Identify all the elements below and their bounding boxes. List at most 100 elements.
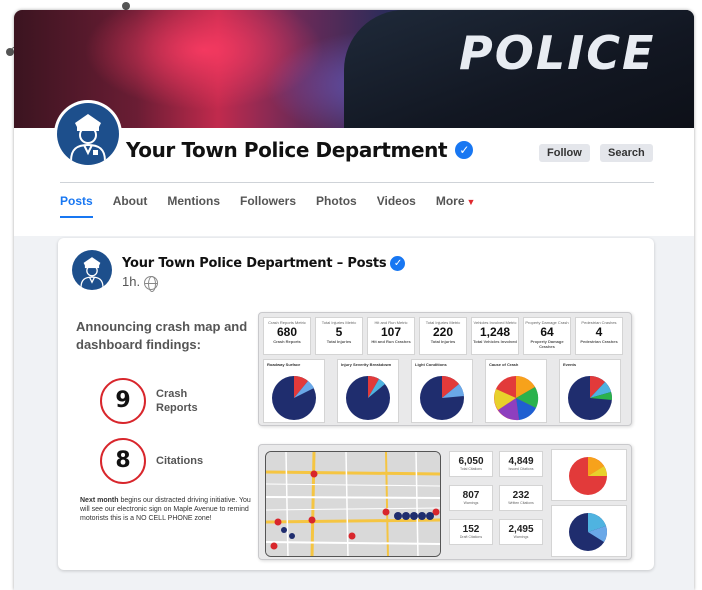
metric-sub: Warnings [463, 501, 479, 505]
kpi-sub: Pedestrian Crashes [580, 339, 618, 344]
citations-label: Citations [156, 455, 204, 467]
tab-photos[interactable]: Photos [316, 194, 357, 218]
crash-reports-label: Crash Reports [156, 388, 198, 414]
citation-metric: 4,849 Issued Citations [499, 451, 543, 477]
police-officer-icon [80, 257, 104, 288]
kpi-value: 64 [540, 325, 554, 339]
metric-sub: Issued Citations [508, 467, 534, 471]
pie-title: Light Conditions [415, 362, 447, 367]
pie-chart [420, 375, 464, 420]
footnote-lead: Next month [80, 497, 119, 504]
pie-panel [551, 449, 627, 501]
kpi-sub: Total Vehicles Involved [473, 339, 517, 344]
pie-chart [569, 457, 607, 495]
citation-dashboard-image[interactable]: 6,050 Total Citations 4,849 Issued Citatio… [258, 444, 632, 560]
metric-sub: Total Citations [460, 467, 482, 471]
kpi-tile: Total Injuries Metric 5 Total Injuries [315, 317, 363, 355]
kpi-sub: Property Damage Crashes [530, 339, 564, 349]
profile-avatar[interactable] [54, 100, 122, 168]
crash-map [265, 451, 441, 557]
post-footnote: Next month begins our distracted driving… [80, 496, 260, 523]
pointer-handle-top [122, 2, 130, 10]
post-meta: 1h. [122, 274, 159, 292]
page-name-text: Your Town Police Department [126, 138, 448, 162]
metric-value: 807 [462, 490, 480, 501]
metric-value: 152 [462, 524, 480, 535]
metric-value: 232 [512, 490, 530, 501]
verified-badge-icon: ✓ [455, 140, 474, 159]
citation-metric: 807 Warnings [449, 485, 493, 511]
tab-videos[interactable]: Videos [377, 194, 416, 218]
kpi-sub: Total Injuries [430, 339, 456, 344]
kpi-value: 1,248 [479, 325, 511, 339]
pie-title: Cause of Crash [489, 362, 519, 367]
pie-chart [494, 376, 539, 421]
kpi-tile: Pedestrian Crashes Metric4Pedestrian Cra… [575, 317, 623, 355]
verified-badge-icon: ✓ [390, 256, 406, 271]
pie-panel: Roadway Surface Conditions [263, 359, 325, 423]
police-officer-icon [70, 114, 106, 162]
pie-title: Roadway Surface Conditions [267, 362, 301, 368]
search-button[interactable]: Search [600, 144, 653, 162]
citation-metric: 2,495 Warnings [499, 519, 543, 545]
follow-button[interactable]: Follow [539, 144, 590, 162]
citation-metric: 152 Draft Citations [449, 519, 493, 545]
citation-metric: 232 Written Citations [499, 485, 543, 511]
metric-value: 4,849 [508, 456, 534, 467]
kpi-value: 5 [335, 325, 343, 339]
police-banner-text: POLICE [459, 26, 656, 80]
facebook-page-frame: POLICE Your Town Police Department ✓ Foll… [14, 10, 694, 590]
metric-value: 2,495 [508, 524, 534, 535]
header-divider [60, 182, 654, 183]
tab-about[interactable]: About [113, 194, 148, 218]
kpi-sub: Hit and Run Crashes [371, 339, 411, 344]
pie-chart [569, 513, 607, 551]
kpi-tile: Property Damage Crash Metric64Property D… [523, 317, 571, 355]
kpi-tile: Hit and Run Metric 107 Hit and Run Crashes [367, 317, 415, 355]
kpi-tile: Total Injuries Metric 220 Total Injuries [419, 317, 467, 355]
metric-sub: Written Citations [508, 501, 534, 505]
cover-photo: POLICE [14, 10, 694, 128]
globe-icon [144, 275, 159, 292]
pie-panel [551, 505, 627, 557]
kpi-value: 680 [276, 325, 298, 339]
pie-title: Injury Severity Breakdown [341, 362, 392, 367]
caret-down-icon: ▼ [466, 197, 476, 207]
metric-value: 6,050 [458, 456, 484, 467]
post-timestamp[interactable]: 1h. [122, 274, 140, 289]
tab-mentions[interactable]: Mentions [167, 194, 220, 218]
pie-chart [346, 376, 390, 420]
page-title: Your Town Police Department ✓ [126, 138, 474, 162]
citations-count: 8 [100, 438, 146, 484]
post-title-text: Your Town Police Department – Posts [122, 256, 387, 271]
pointer-handle-left [6, 48, 14, 56]
kpi-tile: Crash Reports Metric 680 Crash Reports [263, 317, 311, 355]
tab-more-label: More [435, 194, 465, 208]
pie-chart [272, 375, 316, 420]
pie-panel: Injury Severity Breakdown [337, 359, 399, 423]
tab-posts[interactable]: Posts [60, 194, 93, 218]
kpi-value: 4 [595, 325, 603, 339]
tab-more[interactable]: More ▼ [436, 194, 476, 218]
metric-sub: Draft Citations [459, 535, 483, 539]
citation-metric: 6,050 Total Citations [449, 451, 493, 477]
pie-panel: Events [559, 359, 621, 423]
crash-reports-count: 9 [100, 378, 146, 424]
tab-followers[interactable]: Followers [240, 194, 296, 218]
kpi-value: 220 [432, 325, 454, 339]
kpi-sub: Total Injuries [326, 339, 352, 344]
page-tabs: Posts About Mentions Followers Photos Vi… [60, 194, 495, 218]
post-card: Your Town Police Department – Posts ✓ 1h.… [58, 238, 654, 570]
kpi-tile: Vehicles Involved Metric 1,248 Total Vehic… [471, 317, 519, 355]
post-announcement: Announcing crash map and dashboard findi… [76, 319, 248, 352]
crash-dashboard-image[interactable]: Crash Reports Metric 680 Crash Reports Tot… [258, 312, 632, 426]
post-title[interactable]: Your Town Police Department – Posts ✓ [122, 256, 406, 271]
pie-panel: Cause of Crash [485, 359, 547, 423]
pie-title: Events [563, 362, 577, 367]
kpi-sub: Crash Reports [273, 339, 301, 344]
pie-panel: Light Conditions [411, 359, 473, 423]
street-map-graphic [266, 452, 440, 556]
metric-sub: Warnings [513, 535, 529, 539]
pie-chart [568, 376, 613, 420]
post-author-avatar[interactable] [72, 250, 112, 290]
